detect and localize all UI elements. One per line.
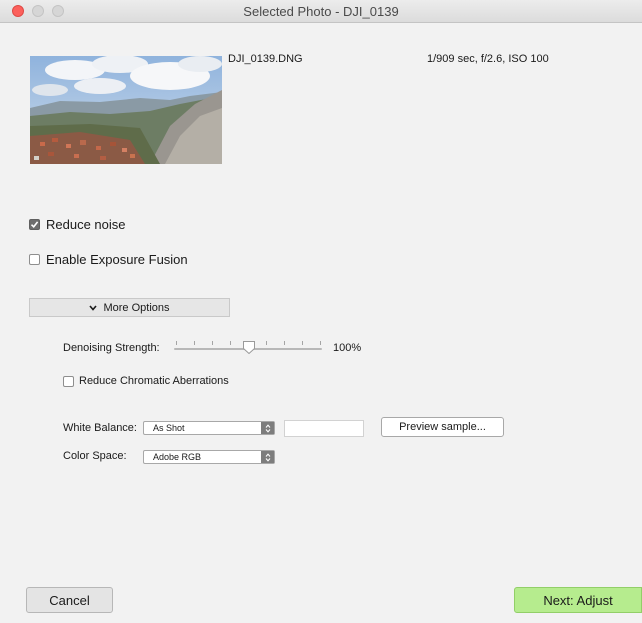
dialog-window: Selected Photo - DJI_0139 DJI_0139.DNG 1…: [0, 0, 642, 623]
chromatic-aberration-label: Reduce Chromatic Aberrations: [79, 375, 229, 387]
select-arrows-icon: [261, 451, 274, 463]
preview-sample-button[interactable]: Preview sample...: [381, 417, 504, 437]
checkbox-box[interactable]: [29, 254, 40, 265]
slider-tick: [176, 341, 177, 345]
white-balance-value: As Shot: [153, 423, 185, 433]
slider-thumb[interactable]: [243, 341, 255, 359]
slider-tick: [320, 341, 321, 345]
more-options-label: More Options: [103, 301, 170, 314]
reduce-noise-checkbox[interactable]: Reduce noise: [29, 217, 126, 232]
slider-tick: [230, 341, 231, 345]
slider-tick: [284, 341, 285, 345]
photo-thumbnail: [30, 56, 222, 164]
white-balance-label: White Balance:: [63, 422, 137, 434]
checkmark-icon[interactable]: [29, 219, 40, 230]
color-space-select[interactable]: Adobe RGB: [143, 450, 275, 464]
slider-tick: [194, 341, 195, 345]
title-bar[interactable]: Selected Photo - DJI_0139: [0, 0, 642, 23]
window-title: Selected Photo - DJI_0139: [243, 4, 399, 19]
photo-exif: 1/909 sec, f/2.6, ISO 100: [427, 53, 549, 65]
slider-tick: [302, 341, 303, 345]
denoising-strength-slider[interactable]: [174, 340, 322, 356]
color-space-label: Color Space:: [63, 450, 127, 462]
slider-tick: [266, 341, 267, 345]
exposure-fusion-label: Enable Exposure Fusion: [46, 252, 188, 267]
denoising-strength-value: 100%: [333, 342, 362, 354]
select-arrows-icon: [261, 422, 274, 434]
cancel-button[interactable]: Cancel: [26, 587, 113, 613]
photo-filename: DJI_0139.DNG: [228, 53, 303, 65]
slider-tick: [212, 341, 213, 345]
white-balance-custom-field[interactable]: [284, 420, 364, 437]
next-adjust-button[interactable]: Next: Adjust: [514, 587, 642, 613]
chromatic-aberration-checkbox[interactable]: Reduce Chromatic Aberrations: [63, 375, 229, 387]
more-options-button[interactable]: More Options: [29, 298, 230, 317]
checkbox-box[interactable]: [63, 375, 74, 387]
color-space-value: Adobe RGB: [153, 452, 202, 462]
reduce-noise-label: Reduce noise: [46, 217, 126, 232]
denoising-strength-label: Denoising Strength:: [63, 342, 160, 354]
white-balance-select[interactable]: As Shot: [143, 421, 275, 435]
chevron-down-icon: [89, 304, 98, 311]
exposure-fusion-checkbox[interactable]: Enable Exposure Fusion: [29, 252, 188, 267]
